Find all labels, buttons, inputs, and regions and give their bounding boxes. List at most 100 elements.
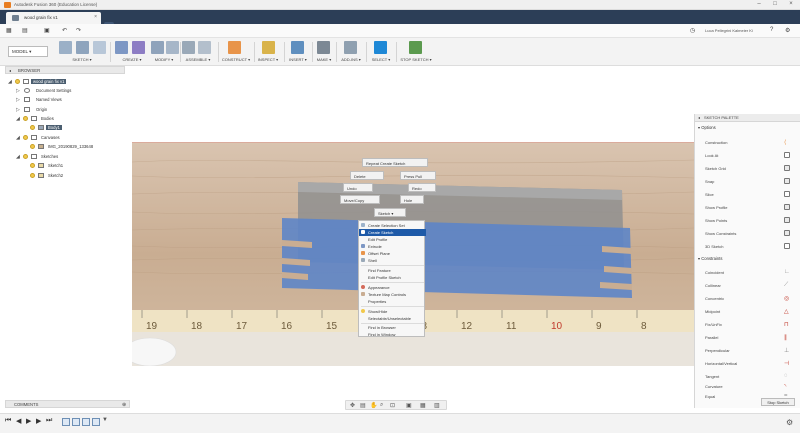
visibility-bulb-icon[interactable] <box>30 125 35 130</box>
constraint-fix-unfix[interactable]: Fix/UnFix ⊓ <box>695 320 800 330</box>
option-look-at[interactable]: Look At <box>695 151 800 161</box>
visibility-bulb-icon[interactable] <box>23 135 28 140</box>
option-show-points[interactable]: Show Points <box>695 216 800 226</box>
tree-item-canvases[interactable]: ◢ Canvases <box>16 134 136 142</box>
visibility-bulb-icon[interactable] <box>23 154 28 159</box>
workspace-select[interactable]: MODEL ▾ <box>8 46 48 57</box>
toolbar-group-addins[interactable]: ADD-INS ▾ <box>336 40 366 65</box>
menu-item-find-feature[interactable]: Find Feature <box>359 267 426 274</box>
menu-item-edit-profile-sketch[interactable]: Edit Profile Sketch <box>359 274 426 281</box>
tree-item-sketch2[interactable]: Sketch2 <box>30 172 150 180</box>
tree-item-named-views[interactable]: ▷ Named Views <box>16 96 136 104</box>
menu-item-selectable[interactable]: Selectable/Unselectable <box>359 315 426 322</box>
constraint-perpendicular[interactable]: Perpendicular ⊥ <box>695 346 800 356</box>
timeline-settings-icon[interactable]: ⚙ <box>786 418 793 427</box>
collapse-icon[interactable]: ◂ <box>9 68 11 73</box>
menu-item-properties[interactable]: Properties <box>359 298 426 305</box>
constraints-header[interactable]: ▾ Constraints <box>698 256 722 261</box>
add-comment-icon[interactable]: ⊕ <box>122 402 126 408</box>
menu-item-extrude[interactable]: Extrude <box>359 243 426 250</box>
constraint-concentric[interactable]: Concentric ◎ <box>695 294 800 304</box>
constraint-midpoint[interactable]: Midpoint △ <box>695 307 800 317</box>
user-name[interactable]: Luca Pellegrini Kalmeier Ki <box>705 28 753 33</box>
comments-bar[interactable]: COMMENTS ⊕ <box>5 400 130 408</box>
redo-icon[interactable]: ↷ <box>76 27 81 34</box>
option-construction[interactable]: Construction ⟨ <box>695 138 800 148</box>
visibility-bulb-icon[interactable] <box>15 79 20 84</box>
go-to-start-icon[interactable]: ⏮ <box>5 417 11 425</box>
tree-item-sketches[interactable]: ◢ Sketches <box>16 153 136 161</box>
option-show-profile[interactable]: Show Profile <box>695 203 800 213</box>
undo-icon[interactable]: ↶ <box>62 27 67 34</box>
viewports-icon[interactable]: ▥ <box>434 402 440 409</box>
collapse-icon[interactable]: ◂ <box>698 115 700 120</box>
menu-item-create-selection-set[interactable]: Create Selection Set <box>359 222 426 229</box>
tree-item-sketch1[interactable]: Sketch1 <box>30 162 150 170</box>
orbit-icon[interactable]: ✥ <box>350 402 355 409</box>
zoom-icon[interactable]: ⌕ <box>380 402 383 409</box>
delete-button[interactable]: Delete <box>350 171 384 180</box>
sketch-dropdown-button[interactable]: Sketch ▾ <box>374 208 406 217</box>
browser-header[interactable]: ◂ BROWSER <box>5 66 125 74</box>
toolbar-group-make[interactable]: MAKE ▾ <box>312 40 336 65</box>
repeat-create-sketch-button[interactable]: Repeat Create Sketch <box>362 158 428 167</box>
menu-item-find-in-window[interactable]: Find in Window <box>359 331 426 338</box>
tab-close-icon[interactable]: × <box>94 14 97 20</box>
fit-icon[interactable]: ⊡ <box>390 402 395 409</box>
close-icon[interactable]: × <box>784 1 798 7</box>
step-forward-icon[interactable]: ▶ <box>36 417 41 425</box>
tree-item-document[interactable]: ◢ wood grain fix v1 <box>8 78 128 86</box>
toolbar-group-assemble[interactable]: ASSEMBLE ▾ <box>180 40 216 65</box>
minimize-icon[interactable]: – <box>752 1 766 7</box>
constraint-curvature[interactable]: Curvature ◝ <box>695 382 800 392</box>
step-back-icon[interactable]: ◀ <box>16 417 21 425</box>
constraint-collinear[interactable]: Collinear ⟋ <box>695 281 800 291</box>
tree-item-origin[interactable]: ▷ Origin <box>16 106 136 114</box>
timeline-feature[interactable] <box>62 418 70 426</box>
move-copy-button[interactable]: Move/Copy <box>340 195 380 204</box>
grid-menu-icon[interactable]: ▦ <box>6 27 12 34</box>
grid-settings-icon[interactable]: ▦ <box>420 402 426 409</box>
toolbar-group-insert[interactable]: INSERT ▾ <box>284 40 312 65</box>
visibility-bulb-icon[interactable] <box>30 173 35 178</box>
constraint-coincident[interactable]: Coincident ∟ <box>695 268 800 278</box>
menu-item-shell[interactable]: Shell <box>359 257 426 264</box>
tree-item-canvas-image[interactable]: IMG_20190829_133648 <box>30 143 150 151</box>
menu-item-find-in-browser[interactable]: Find in Browser <box>359 324 426 331</box>
visibility-bulb-icon[interactable] <box>30 144 35 149</box>
menu-item-show-hide[interactable]: Show/Hide <box>359 308 426 315</box>
settings-icon[interactable]: ⚙ <box>785 27 790 34</box>
toolbar-group-stop-sketch[interactable]: STOP SKETCH ▾ <box>396 40 436 65</box>
look-at-icon[interactable]: ▤ <box>360 402 366 409</box>
menu-item-offset-plane[interactable]: Offset Plane <box>359 250 426 257</box>
timeline-feature[interactable] <box>92 418 100 426</box>
menu-item-create-sketch[interactable]: Create Sketch <box>359 229 426 236</box>
visibility-bulb-icon[interactable] <box>23 116 28 121</box>
toolbar-group-inspect[interactable]: INSPECT ▾ <box>254 40 282 65</box>
timeline-marker-icon[interactable]: ▼ <box>102 417 108 423</box>
option-3d-sketch[interactable]: 3D Sketch <box>695 242 800 252</box>
tree-item-bodies[interactable]: ◢ Bodies <box>16 115 136 123</box>
toolbar-group-sketch[interactable]: SKETCH ▾ <box>56 40 108 65</box>
option-sketch-grid[interactable]: Sketch Grid <box>695 164 800 174</box>
maximize-icon[interactable]: □ <box>768 1 782 7</box>
go-to-end-icon[interactable]: ⏭ <box>46 417 52 425</box>
option-slice[interactable]: Slice <box>695 190 800 200</box>
tab-document[interactable]: wood grain fix v1 × <box>6 12 101 24</box>
file-icon[interactable]: ▤ <box>22 27 28 34</box>
timeline-feature[interactable] <box>72 418 80 426</box>
hole-button[interactable]: Hole <box>400 195 424 204</box>
option-show-constraints[interactable]: Show Constraints <box>695 229 800 239</box>
menu-item-texture-map-controls[interactable]: Texture Map Controls <box>359 291 426 298</box>
toolbar-group-create[interactable]: CREATE ▾ <box>112 40 152 65</box>
clock-icon[interactable]: ◷ <box>690 27 695 34</box>
constraint-parallel[interactable]: Parallel ∥ <box>695 333 800 343</box>
option-snap[interactable]: Snap <box>695 177 800 187</box>
visibility-bulb-icon[interactable] <box>30 163 35 168</box>
pan-icon[interactable]: ✋ <box>370 402 377 409</box>
play-icon[interactable]: ▶ <box>26 417 31 425</box>
constraint-horizontal-vertical[interactable]: Horizontal/Vertical ⊣ <box>695 359 800 369</box>
palette-header[interactable]: ◂ SKETCH PALETTE <box>695 114 800 122</box>
save-icon[interactable]: ▣ <box>44 27 50 34</box>
stop-sketch-button[interactable]: Stop Sketch <box>761 398 795 406</box>
